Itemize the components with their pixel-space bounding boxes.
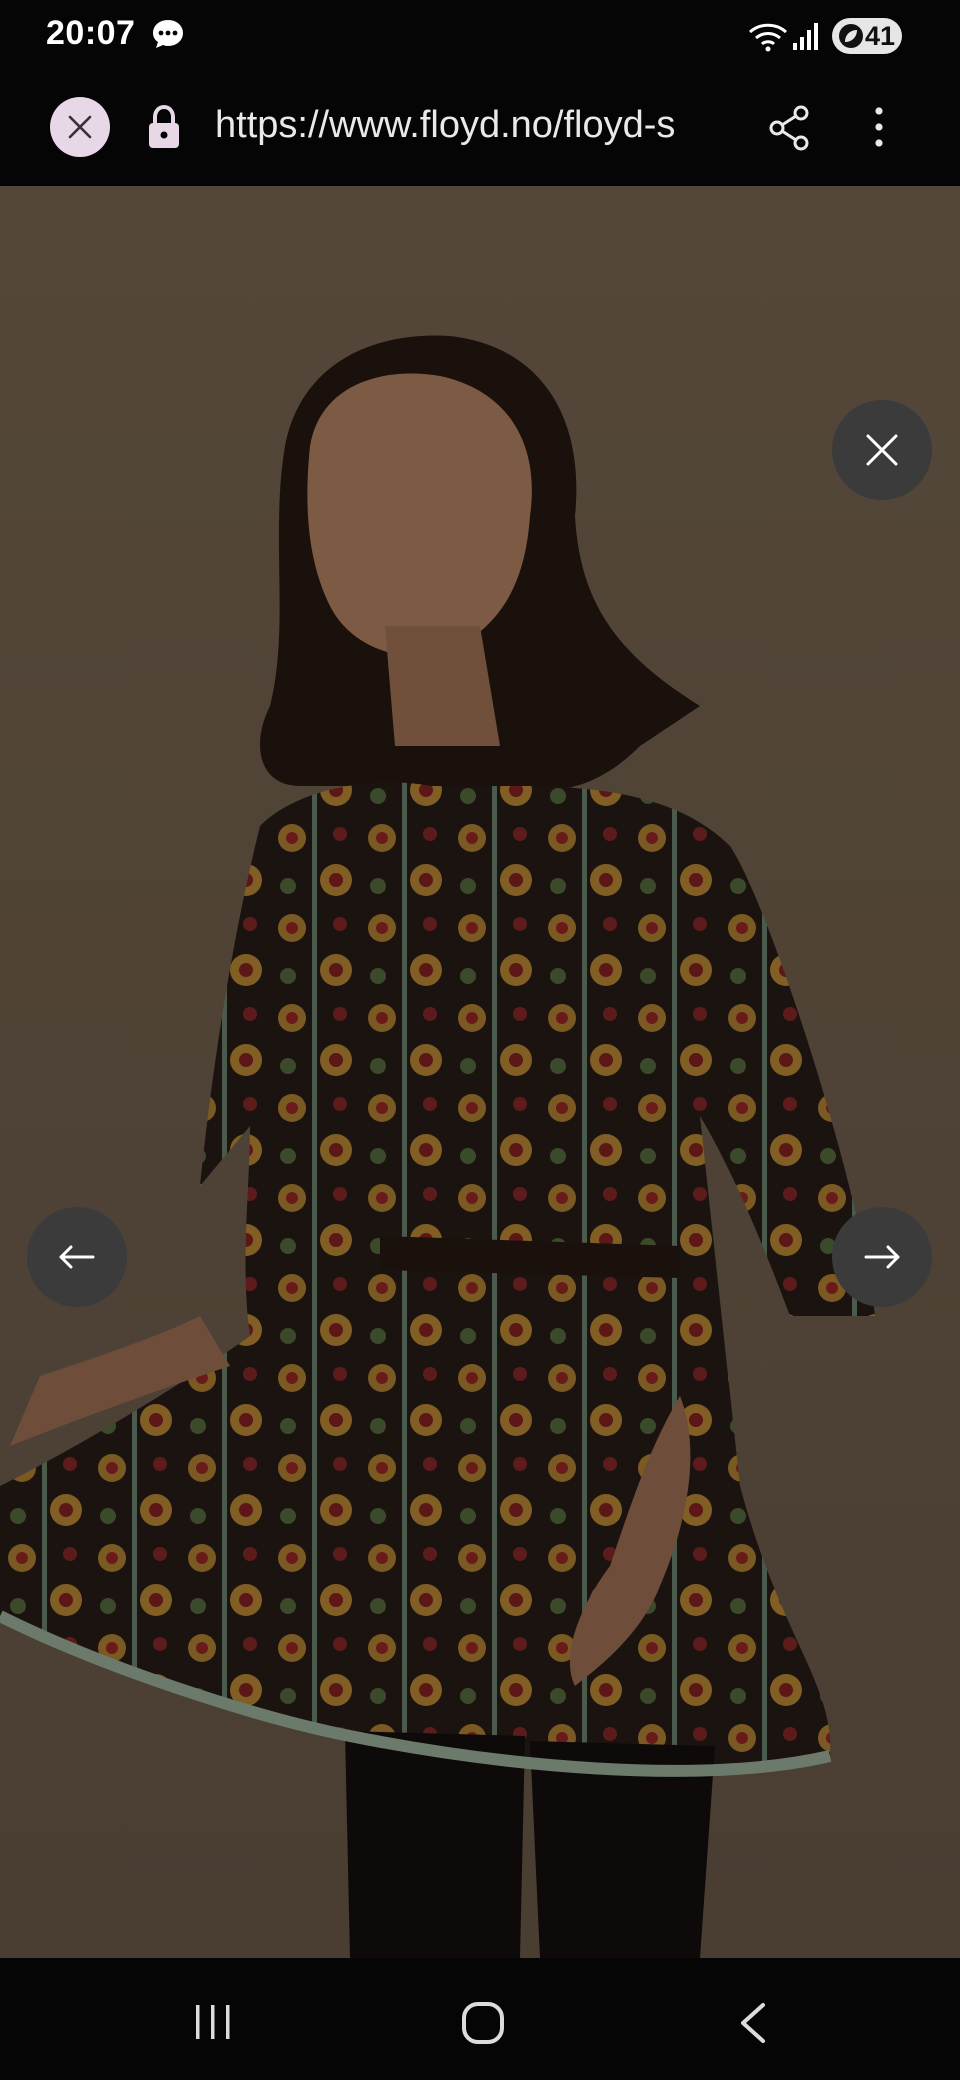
close-icon <box>68 115 92 139</box>
battery-percent: 41 <box>865 21 896 51</box>
previous-image-button[interactable] <box>27 1207 127 1307</box>
close-icon <box>866 434 898 466</box>
more-vertical-icon[interactable] <box>866 104 892 150</box>
battery-saver-icon <box>839 24 863 48</box>
battery-indicator: 41 <box>832 18 902 54</box>
next-image-button[interactable] <box>832 1207 932 1307</box>
product-photo <box>0 186 960 1958</box>
close-viewer-button[interactable] <box>832 400 932 500</box>
message-icon <box>153 20 183 48</box>
image-viewer <box>0 186 960 1958</box>
close-tab-button[interactable] <box>50 97 110 157</box>
recent-apps-icon[interactable] <box>193 2003 233 2041</box>
wifi-icon <box>748 23 788 52</box>
lock-icon[interactable] <box>146 104 182 150</box>
home-icon[interactable] <box>460 2001 506 2045</box>
status-bar: 20:07 41 <box>0 0 960 70</box>
share-icon[interactable] <box>768 105 812 151</box>
status-time: 20:07 <box>46 14 136 52</box>
url-text[interactable]: https://www.floyd.no/floyd-s <box>215 104 735 147</box>
signal-icon <box>793 23 818 50</box>
arrow-left-icon <box>59 1245 95 1269</box>
back-icon[interactable] <box>737 2001 767 2045</box>
arrow-right-icon <box>864 1245 900 1269</box>
